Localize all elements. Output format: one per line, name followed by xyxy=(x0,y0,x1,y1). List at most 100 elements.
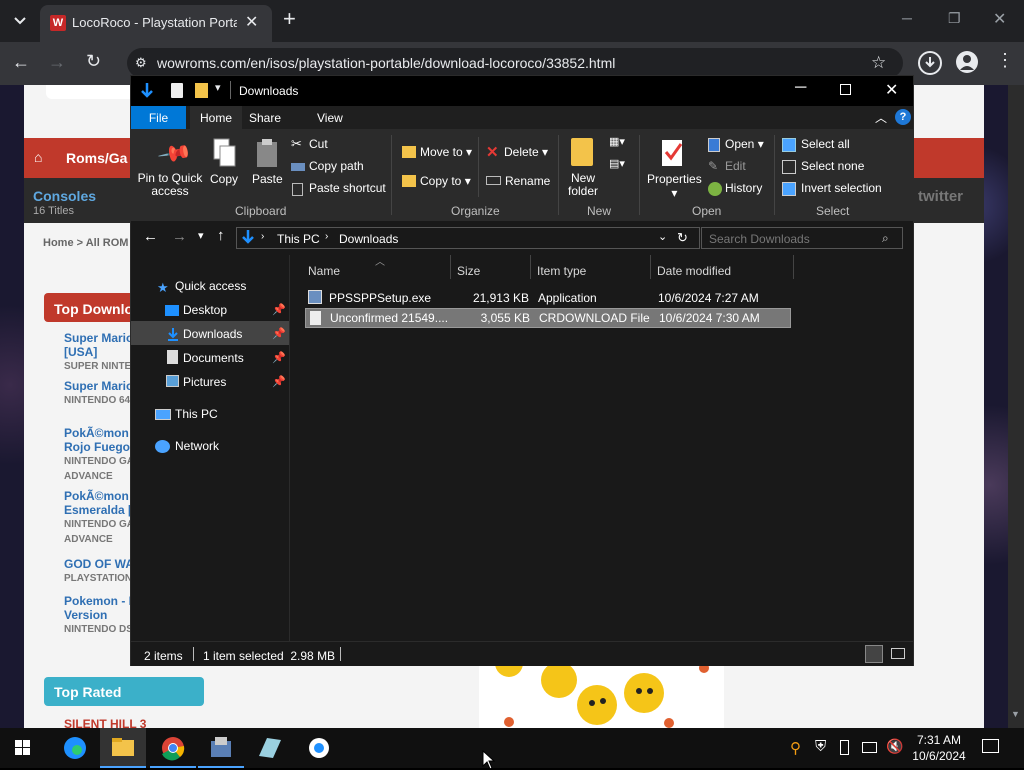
home-icon[interactable]: ⌂ xyxy=(34,149,42,165)
pin-icon[interactable]: 📌 xyxy=(272,351,286,364)
copy-path-button[interactable]: Copy path xyxy=(309,159,364,173)
column-divider[interactable] xyxy=(793,255,794,279)
paste-button[interactable]: Paste xyxy=(252,172,283,186)
consoles-link[interactable]: Consoles xyxy=(33,188,96,204)
breadcrumb-all-roms[interactable]: > All ROM xyxy=(77,237,129,249)
nav-pictures[interactable]: Pictures xyxy=(183,375,226,389)
address-box[interactable]: › This PC › Downloads ⌄ ↻ xyxy=(236,227,700,249)
file-explorer-taskbar-icon[interactable] xyxy=(100,728,146,768)
address-bar[interactable]: ⚙ wowroms.com/en/isos/playstation-portab… xyxy=(127,48,903,78)
search-icon[interactable]: ⌕ xyxy=(882,231,889,246)
bookmark-star-icon[interactable]: ☆ xyxy=(871,53,886,73)
tab-share[interactable]: Share xyxy=(249,111,281,125)
nav-network[interactable]: Network xyxy=(175,439,219,453)
back-arrow-icon[interactable]: ← xyxy=(12,52,30,73)
address-this-pc[interactable]: This PC xyxy=(277,232,320,246)
start-button[interactable] xyxy=(0,728,46,768)
pin-icon[interactable]: 📌 xyxy=(272,375,286,388)
installer-taskbar-icon[interactable] xyxy=(198,728,244,768)
pin-icon[interactable]: 📌 xyxy=(272,303,286,316)
nav-forward-icon[interactable]: → xyxy=(172,228,187,245)
select-none-button[interactable]: Select none xyxy=(801,159,864,173)
open-button[interactable]: Open ▾ xyxy=(725,137,764,151)
quick-access-down-arrow-icon[interactable] xyxy=(139,82,155,100)
reload-icon[interactable]: ↻ xyxy=(86,51,101,72)
paste-shortcut-button[interactable]: Paste shortcut xyxy=(309,181,386,195)
select-all-button[interactable]: Select all xyxy=(801,137,850,151)
recent-locations-icon[interactable]: ▾ xyxy=(198,229,204,242)
refresh-icon[interactable]: ↻ xyxy=(677,230,688,246)
collapse-ribbon-icon[interactable]: ︿ xyxy=(875,109,887,126)
address-downloads[interactable]: Downloads xyxy=(339,232,398,246)
column-divider[interactable] xyxy=(650,255,651,279)
properties-button[interactable]: Properties ▾ xyxy=(647,172,702,200)
rename-button[interactable]: Rename xyxy=(505,174,550,188)
forward-arrow-icon[interactable]: → xyxy=(48,52,66,73)
ppsspp-taskbar-icon[interactable] xyxy=(296,728,342,768)
pin-icon[interactable]: 📌 xyxy=(272,327,286,340)
twitter-link[interactable]: twitter xyxy=(918,188,963,205)
nav-quick-access[interactable]: Quick access xyxy=(175,279,246,293)
details-view-icon[interactable] xyxy=(865,645,883,663)
nav-downloads[interactable]: Downloads xyxy=(183,327,242,341)
close-tab-icon[interactable]: ✕ xyxy=(245,12,258,32)
table-row-selected[interactable]: Unconfirmed 21549.... 3,055 KB CRDOWNLOA… xyxy=(305,308,791,328)
site-info-icon[interactable]: ⚙ xyxy=(135,55,147,71)
explorer-maximize-icon[interactable] xyxy=(840,84,851,95)
customize-qat-icon[interactable]: ▾ xyxy=(215,81,221,94)
large-icons-view-icon[interactable] xyxy=(891,648,905,659)
cut-button[interactable]: Cut xyxy=(309,137,328,151)
explorer-close-icon[interactable]: ✕ xyxy=(885,80,898,100)
explorer-minimize-icon[interactable]: ─ xyxy=(795,79,806,97)
web-scrollbar[interactable]: ▼ xyxy=(1008,85,1024,728)
column-divider[interactable] xyxy=(450,255,451,279)
breadcrumb-chevron-icon[interactable]: › xyxy=(325,231,328,242)
chrome-taskbar-icon[interactable] xyxy=(150,728,196,768)
notifications-icon[interactable] xyxy=(982,739,999,753)
restore-window-icon[interactable]: ❐ xyxy=(948,10,961,27)
copy-to-button[interactable]: Copy to ▾ xyxy=(420,174,471,188)
minimize-window-icon[interactable]: ─ xyxy=(902,10,912,26)
help-icon[interactable]: ? xyxy=(895,109,911,125)
nav-up-icon[interactable]: ↑ xyxy=(217,227,225,244)
scroll-down-icon[interactable]: ▼ xyxy=(1011,709,1020,719)
column-date-modified[interactable]: Date modified xyxy=(657,264,731,278)
download-icon[interactable] xyxy=(918,51,942,75)
copy-button[interactable]: Copy xyxy=(210,172,238,186)
close-window-icon[interactable]: ✕ xyxy=(993,9,1006,29)
tab-file[interactable]: File xyxy=(131,106,186,129)
nav-roms-link[interactable]: Roms/Ga xyxy=(66,150,127,166)
breadcrumb-home[interactable]: Home xyxy=(43,237,74,249)
edge-browser-icon[interactable] xyxy=(52,728,98,768)
tab-home[interactable]: Home xyxy=(190,106,242,129)
browser-menu-icon[interactable]: ⋮ xyxy=(996,50,1014,71)
volume-muted-icon[interactable]: 🔇 xyxy=(886,738,903,755)
column-item-type[interactable]: Item type xyxy=(537,264,586,278)
tab-search-button[interactable] xyxy=(8,8,32,32)
history-button[interactable]: History xyxy=(725,181,762,195)
clock[interactable]: 7:31 AM 10/6/2024 xyxy=(908,732,970,764)
new-tab-button[interactable]: + xyxy=(283,6,296,32)
breadcrumb-chevron-icon[interactable]: › xyxy=(261,231,264,242)
new-folder-qat-icon[interactable] xyxy=(195,83,208,98)
move-to-button[interactable]: Move to ▾ xyxy=(420,145,472,159)
nav-back-icon[interactable]: ← xyxy=(143,228,158,245)
search-tray-icon[interactable]: ⚲ xyxy=(790,739,801,757)
column-name[interactable]: Name xyxy=(308,264,340,278)
top-rated-first-item[interactable]: SILENT HILL 3 xyxy=(64,717,146,728)
search-box[interactable]: Search Downloads ⌕ xyxy=(701,227,903,249)
invert-selection-button[interactable]: Invert selection xyxy=(801,181,882,195)
pin-to-quick-access-button[interactable]: Pin to Quick access xyxy=(137,172,203,198)
nav-this-pc[interactable]: This PC xyxy=(175,407,218,421)
column-size[interactable]: Size xyxy=(457,264,480,278)
profile-avatar[interactable] xyxy=(956,51,978,73)
new-item-icon[interactable]: ▦▾ xyxy=(609,135,625,148)
new-folder-button[interactable]: New folder xyxy=(568,172,598,198)
properties-qat-icon[interactable] xyxy=(171,83,183,98)
delete-button[interactable]: Delete ▾ xyxy=(504,145,548,159)
nav-documents[interactable]: Documents xyxy=(183,351,244,365)
security-shield-icon[interactable]: ⛨ xyxy=(815,738,826,755)
url-text[interactable]: wowroms.com/en/isos/playstation-portable… xyxy=(157,55,615,71)
nav-desktop[interactable]: Desktop xyxy=(183,303,227,317)
address-dropdown-icon[interactable]: ⌄ xyxy=(658,230,667,243)
